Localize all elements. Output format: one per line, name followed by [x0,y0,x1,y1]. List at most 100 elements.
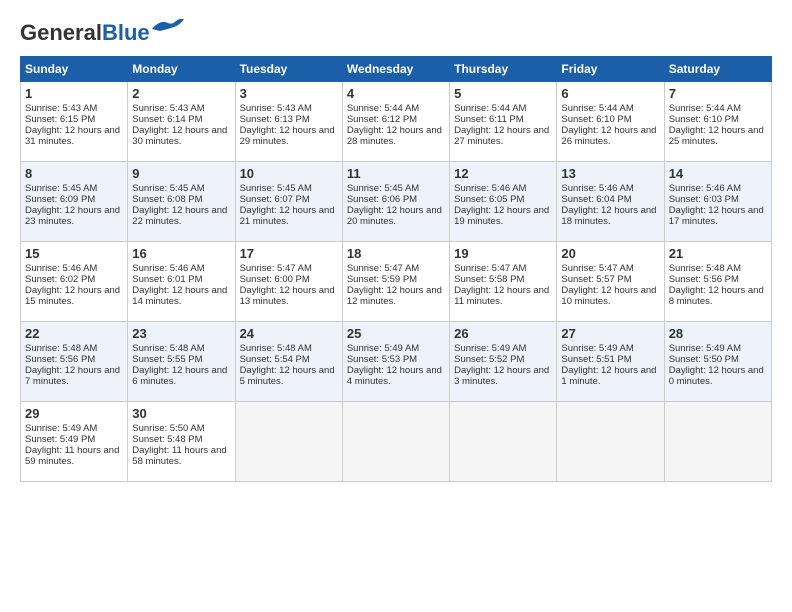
sunrise: Sunrise: 5:48 AM [669,263,741,274]
calendar-cell: 21Sunrise: 5:48 AMSunset: 5:56 PMDayligh… [664,242,771,322]
sunset: Sunset: 6:02 PM [25,274,95,285]
calendar-cell: 24Sunrise: 5:48 AMSunset: 5:54 PMDayligh… [235,322,342,402]
sunset: Sunset: 5:55 PM [132,354,202,365]
sunrise: Sunrise: 5:46 AM [25,263,97,274]
sunset: Sunset: 5:53 PM [347,354,417,365]
sunset: Sunset: 5:54 PM [240,354,310,365]
sunrise: Sunrise: 5:44 AM [561,103,633,114]
daylight: Daylight: 12 hours and 30 minutes. [132,125,227,147]
day-number: 20 [561,246,659,261]
daylight: Daylight: 12 hours and 29 minutes. [240,125,335,147]
day-number: 7 [669,86,767,101]
day-number: 17 [240,246,338,261]
header-row: SundayMondayTuesdayWednesdayThursdayFrid… [21,57,772,82]
daylight: Daylight: 12 hours and 10 minutes. [561,285,656,307]
sunset: Sunset: 5:57 PM [561,274,631,285]
day-number: 25 [347,326,445,341]
daylight: Daylight: 12 hours and 15 minutes. [25,285,120,307]
calendar-cell: 23Sunrise: 5:48 AMSunset: 5:55 PMDayligh… [128,322,235,402]
daylight: Daylight: 12 hours and 13 minutes. [240,285,335,307]
sunset: Sunset: 5:58 PM [454,274,524,285]
daylight: Daylight: 12 hours and 0 minutes. [669,365,764,387]
logo-bird-icon [152,19,184,39]
sunrise: Sunrise: 5:47 AM [347,263,419,274]
sunrise: Sunrise: 5:48 AM [25,343,97,354]
sunrise: Sunrise: 5:44 AM [669,103,741,114]
daylight: Daylight: 12 hours and 26 minutes. [561,125,656,147]
logo-text: GeneralBlue [20,20,150,46]
calendar-cell: 30Sunrise: 5:50 AMSunset: 5:48 PMDayligh… [128,402,235,482]
calendar-cell: 22 Sunrise: 5:48 AMSunset: 5:56 PMDayligh… [21,322,128,402]
sunrise: Sunrise: 5:49 AM [561,343,633,354]
sunrise: Sunrise: 5:49 AM [454,343,526,354]
day-number: 10 [240,166,338,181]
logo: GeneralBlue [20,20,184,46]
calendar-cell: 2 Sunrise: 5:43 AMSunset: 6:14 PMDaylight… [128,82,235,162]
sunrise: Sunrise: 5:45 AM [25,183,97,194]
day-number: 3 [240,86,338,101]
daylight: Daylight: 12 hours and 19 minutes. [454,205,549,227]
sunset: Sunset: 5:51 PM [561,354,631,365]
calendar-cell: 13Sunrise: 5:46 AMSunset: 6:04 PMDayligh… [557,162,664,242]
daylight: Daylight: 12 hours and 21 minutes. [240,205,335,227]
sunset: Sunset: 5:56 PM [25,354,95,365]
sunrise: Sunrise: 5:49 AM [669,343,741,354]
daylight: Daylight: 12 hours and 1 minute. [561,365,656,387]
calendar-cell: 8Sunrise: 5:45 AMSunset: 6:09 PMDaylight… [21,162,128,242]
calendar-cell: 17Sunrise: 5:47 AMSunset: 6:00 PMDayligh… [235,242,342,322]
daylight: Daylight: 12 hours and 3 minutes. [454,365,549,387]
day-number: 30 [132,406,230,421]
daylight: Daylight: 12 hours and 18 minutes. [561,205,656,227]
sunrise: Sunrise: 5:44 AM [454,103,526,114]
sunrise: Sunrise: 5:46 AM [669,183,741,194]
page-header: GeneralBlue [20,20,772,46]
sunrise: Sunrise: 5:44 AM [347,103,419,114]
sunrise: Sunrise: 5:48 AM [240,343,312,354]
col-header-wednesday: Wednesday [342,57,449,82]
daylight: Daylight: 12 hours and 27 minutes. [454,125,549,147]
day-number: 12 [454,166,552,181]
calendar-cell: 11Sunrise: 5:45 AMSunset: 6:06 PMDayligh… [342,162,449,242]
col-header-monday: Monday [128,57,235,82]
sunset: Sunset: 6:14 PM [132,114,202,125]
calendar-cell: 25Sunrise: 5:49 AMSunset: 5:53 PMDayligh… [342,322,449,402]
day-number: 11 [347,166,445,181]
sunrise: Sunrise: 5:46 AM [132,263,204,274]
sunset: Sunset: 6:01 PM [132,274,202,285]
day-number: 22 [25,326,123,341]
sunrise: Sunrise: 5:46 AM [454,183,526,194]
sunrise: Sunrise: 5:46 AM [561,183,633,194]
day-number: 15 [25,246,123,261]
week-row-5: 29Sunrise: 5:49 AMSunset: 5:49 PMDayligh… [21,402,772,482]
daylight: Daylight: 12 hours and 23 minutes. [25,205,120,227]
day-number: 9 [132,166,230,181]
sunrise: Sunrise: 5:43 AM [132,103,204,114]
day-number: 23 [132,326,230,341]
calendar-cell: 7Sunrise: 5:44 AMSunset: 6:10 PMDaylight… [664,82,771,162]
sunrise: Sunrise: 5:45 AM [347,183,419,194]
sunset: Sunset: 5:59 PM [347,274,417,285]
sunrise: Sunrise: 5:45 AM [240,183,312,194]
day-number: 1 [25,86,123,101]
sunset: Sunset: 5:50 PM [669,354,739,365]
day-number: 2 [132,86,230,101]
week-row-2: 8Sunrise: 5:45 AMSunset: 6:09 PMDaylight… [21,162,772,242]
sunrise: Sunrise: 5:45 AM [132,183,204,194]
calendar-cell: 5Sunrise: 5:44 AMSunset: 6:11 PMDaylight… [450,82,557,162]
daylight: Daylight: 12 hours and 11 minutes. [454,285,549,307]
daylight: Daylight: 12 hours and 25 minutes. [669,125,764,147]
sunset: Sunset: 6:04 PM [561,194,631,205]
calendar-cell [235,402,342,482]
day-number: 14 [669,166,767,181]
sunset: Sunset: 6:11 PM [454,114,524,125]
daylight: Daylight: 12 hours and 14 minutes. [132,285,227,307]
day-number: 4 [347,86,445,101]
calendar-cell: 20Sunrise: 5:47 AMSunset: 5:57 PMDayligh… [557,242,664,322]
sunset: Sunset: 6:12 PM [347,114,417,125]
sunset: Sunset: 6:10 PM [561,114,631,125]
calendar-cell: 9Sunrise: 5:45 AMSunset: 6:08 PMDaylight… [128,162,235,242]
sunset: Sunset: 6:06 PM [347,194,417,205]
daylight: Daylight: 12 hours and 7 minutes. [25,365,120,387]
sunset: Sunset: 5:56 PM [669,274,739,285]
daylight: Daylight: 11 hours and 59 minutes. [25,445,119,467]
